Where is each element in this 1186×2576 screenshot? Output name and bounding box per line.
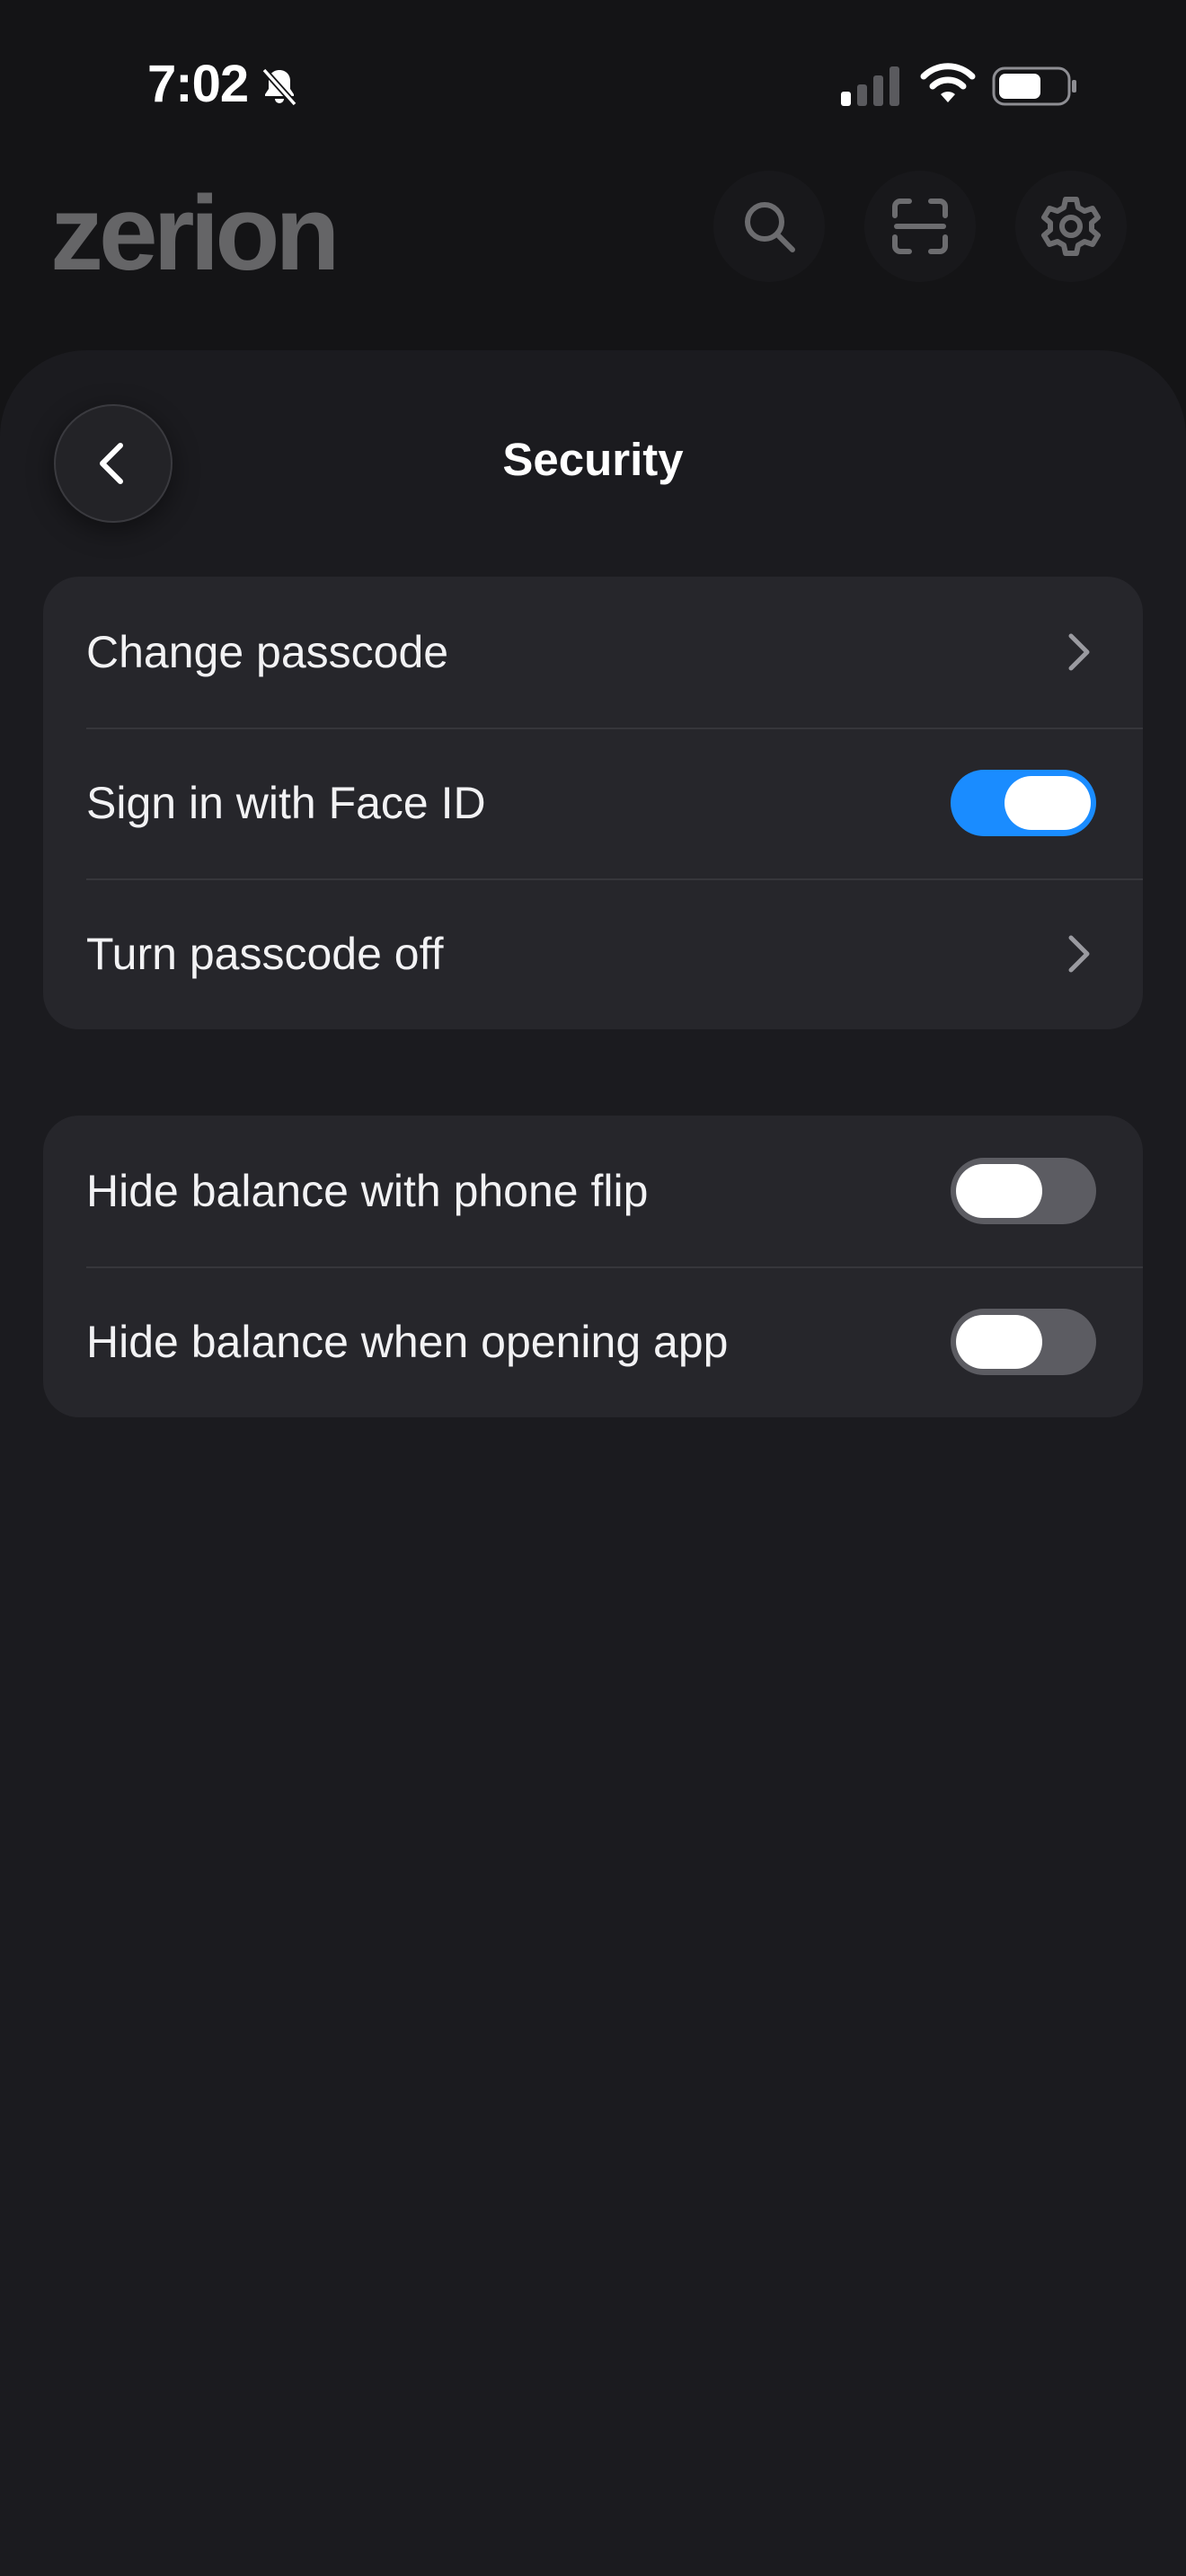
- row-label: Hide balance when opening app: [86, 1317, 729, 1367]
- page-title: Security: [502, 434, 684, 485]
- status-time: 7:02: [147, 55, 249, 113]
- row-label: Hide balance with phone flip: [86, 1166, 649, 1216]
- toggle-knob: [956, 1315, 1042, 1369]
- change-passcode-row[interactable]: Change passcode: [43, 577, 1143, 728]
- search-icon: [745, 202, 795, 252]
- app-header: zerion: [0, 171, 1186, 350]
- row-label: Sign in with Face ID: [86, 778, 486, 828]
- settings-button[interactable]: [1015, 171, 1127, 282]
- row-label: Change passcode: [86, 627, 449, 677]
- status-bar: 7:02: [0, 0, 1186, 171]
- zerion-logo: zerion: [50, 174, 340, 293]
- bell-slash-icon: [261, 67, 297, 107]
- signal-icon: [841, 66, 899, 106]
- row-label: Turn passcode off: [86, 929, 444, 979]
- security-sheet: Security Change passcode Sign in with Fa…: [0, 350, 1186, 2576]
- face-id-toggle[interactable]: [951, 770, 1096, 836]
- scan-button[interactable]: [864, 171, 976, 282]
- toggle-knob: [956, 1164, 1042, 1218]
- battery-icon: [992, 66, 1076, 106]
- search-button[interactable]: [713, 171, 825, 282]
- turn-passcode-off-row[interactable]: Turn passcode off: [43, 878, 1143, 1029]
- chevron-right-icon: [1068, 935, 1090, 973]
- scan-icon: [892, 198, 948, 254]
- wifi-icon: [920, 63, 976, 102]
- hide-balance-opening-row: Hide balance when opening app: [43, 1266, 1143, 1417]
- hide-balance-flip-toggle[interactable]: [951, 1158, 1096, 1224]
- hide-balance-flip-row: Hide balance with phone flip: [43, 1116, 1143, 1266]
- hide-balance-opening-toggle[interactable]: [951, 1309, 1096, 1375]
- security-screen: 7:02 zerion Security Change passcode Sig…: [0, 0, 1186, 2576]
- passcode-settings-group: Change passcode Sign in with Face ID Tur…: [43, 577, 1143, 1029]
- face-id-row: Sign in with Face ID: [43, 728, 1143, 878]
- gear-icon: [1041, 197, 1101, 256]
- chevron-right-icon: [1068, 633, 1090, 671]
- toggle-knob: [1005, 776, 1091, 830]
- balance-privacy-group: Hide balance with phone flip Hide balanc…: [43, 1116, 1143, 1417]
